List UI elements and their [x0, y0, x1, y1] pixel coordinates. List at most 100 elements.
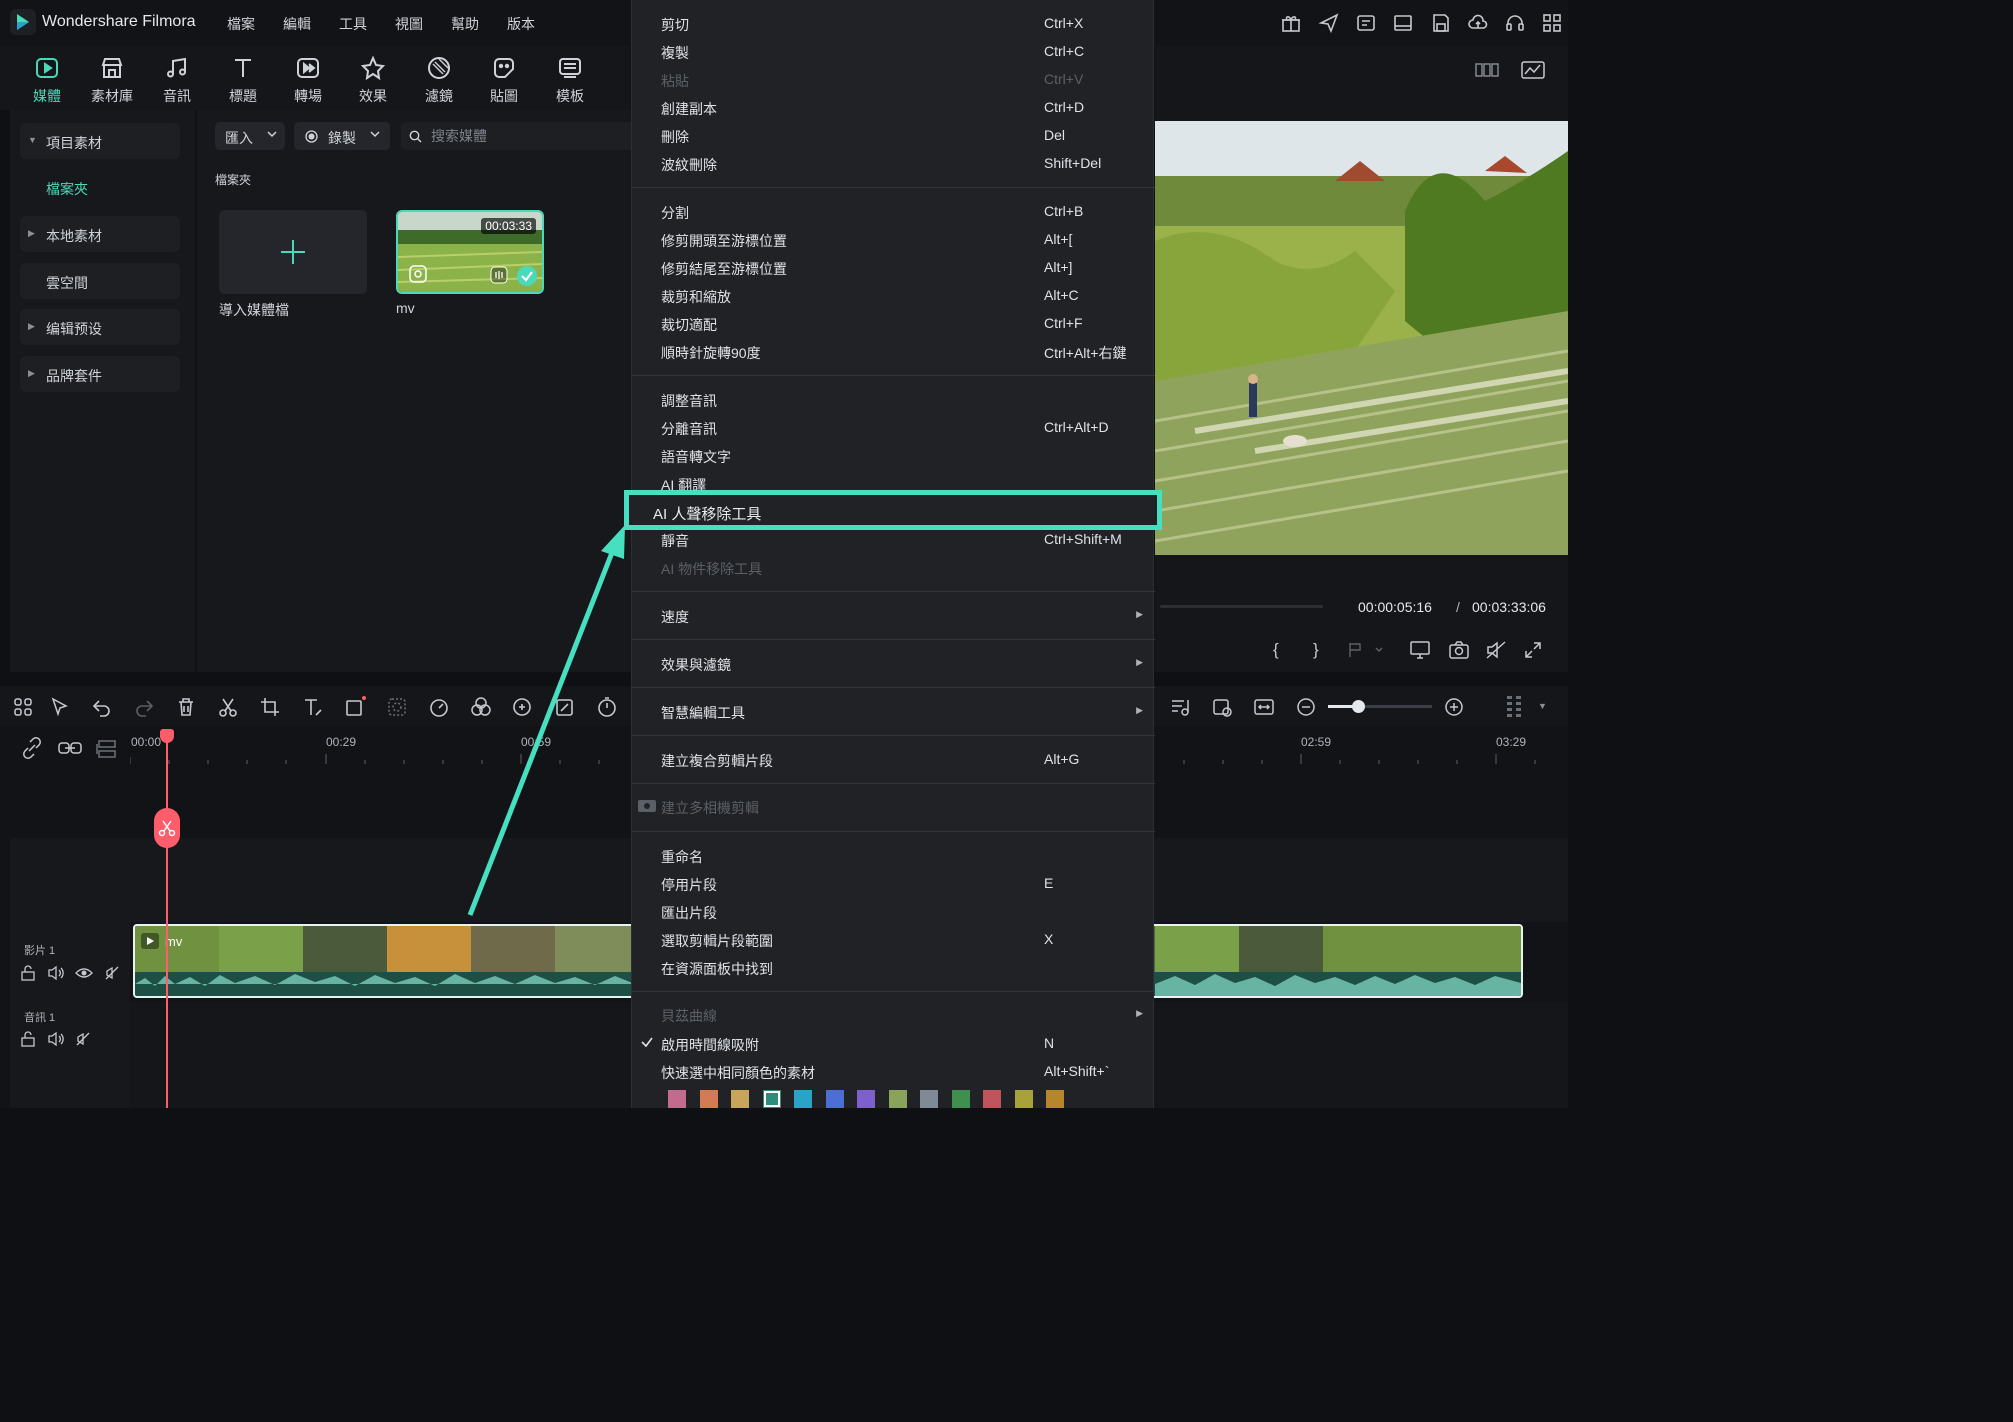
mark-out-icon[interactable]: } — [1313, 640, 1319, 660]
menu-item[interactable]: 匯出片段 — [632, 897, 1155, 925]
menu-item[interactable]: 效果與濾鏡 ▶ — [632, 649, 1155, 677]
fullscreen-icon[interactable] — [1523, 640, 1543, 660]
sidebar-item-project-media[interactable]: ▼ 項目素材 — [20, 123, 180, 159]
headset-icon[interactable] — [1504, 12, 1526, 34]
menu-view[interactable]: 視圖 — [395, 14, 423, 34]
menu-item[interactable]: 修剪開頭至游標位置 Alt+[ — [632, 225, 1155, 253]
sidebar-item-cloud[interactable]: 雲空間 — [20, 263, 180, 299]
menu-item[interactable]: 重命名 — [632, 841, 1155, 869]
menu-item[interactable]: 選取剪輯片段範圍 X — [632, 925, 1155, 953]
select-pointer-icon[interactable] — [49, 696, 71, 718]
menu-item[interactable]: 分割 Ctrl+B — [632, 197, 1155, 225]
text-tool-icon[interactable] — [302, 696, 324, 718]
scopes-icon[interactable] — [1521, 60, 1545, 80]
track-mute-link-icon[interactable] — [75, 1031, 91, 1047]
track-volume-icon[interactable] — [47, 1031, 65, 1047]
preview-progress-track[interactable] — [1160, 605, 1323, 608]
menu-item[interactable]: 刪除 Del — [632, 121, 1155, 149]
gift-icon[interactable] — [1280, 12, 1302, 34]
preview-video-frame[interactable] — [1155, 121, 1568, 555]
menu-file[interactable]: 檔案 — [227, 14, 255, 34]
track-mute-link-icon[interactable] — [104, 965, 120, 981]
track-visibility-eye-icon[interactable] — [75, 965, 93, 981]
playhead-handle[interactable] — [160, 729, 174, 743]
sidebar-item-presets[interactable]: ▶ 编辑预设 — [20, 309, 180, 345]
zoom-slider-track[interactable] — [1328, 705, 1432, 708]
menu-item[interactable]: 複製 Ctrl+C — [632, 37, 1155, 65]
menu-item[interactable]: 順時針旋轉90度 Ctrl+Alt+右鍵 — [632, 337, 1155, 365]
menu-item[interactable]: 調整音訊 — [632, 385, 1155, 413]
menu-item[interactable]: 波紋刪除 Shift+Del — [632, 149, 1155, 177]
audio-mixer-icon[interactable] — [1169, 696, 1191, 718]
color-swatch[interactable] — [951, 1090, 970, 1108]
color-swatch[interactable] — [699, 1090, 718, 1108]
split-marker[interactable] — [154, 808, 180, 848]
zoom-out-icon[interactable] — [1295, 696, 1317, 718]
tab-titles[interactable]: 標題 — [216, 54, 270, 106]
import-dropdown[interactable]: 匯入 — [215, 122, 285, 150]
tab-transitions[interactable]: 轉場 — [281, 54, 335, 106]
track-lock-icon[interactable] — [20, 1031, 36, 1047]
color-swatch[interactable] — [825, 1090, 844, 1108]
menu-item[interactable]: 速度 ▶ — [632, 601, 1155, 629]
undo-icon[interactable] — [91, 696, 113, 718]
send-icon[interactable] — [1318, 12, 1340, 34]
fit-timeline-icon[interactable] — [1253, 696, 1275, 718]
track-volume-icon[interactable] — [47, 965, 65, 981]
menu-item[interactable]: 智慧編輯工具 ▶ — [632, 697, 1155, 725]
menu-item[interactable]: 快速選中相同顏色的素材 Alt+Shift+` — [632, 1057, 1155, 1085]
shape-mask-icon[interactable] — [344, 696, 366, 718]
tab-stickers[interactable]: 貼圖 — [477, 54, 531, 106]
crop-icon[interactable] — [259, 696, 281, 718]
record-dropdown[interactable]: 錄製 — [294, 122, 390, 150]
tab-stock[interactable]: 素材庫 — [85, 54, 139, 106]
snapshot-camera-icon[interactable] — [1448, 640, 1470, 660]
color-swatch[interactable] — [794, 1090, 812, 1108]
menu-item[interactable]: 停用片段 E — [632, 869, 1155, 897]
marker-icon[interactable] — [1346, 641, 1384, 659]
color-swatch[interactable] — [857, 1090, 875, 1108]
project-icon[interactable] — [1355, 12, 1377, 34]
link-icon[interactable] — [57, 736, 83, 760]
menu-item[interactable]: 建立複合剪輯片段 Alt+G — [632, 745, 1155, 773]
tab-effects[interactable]: 效果 — [346, 54, 400, 106]
layout-icon[interactable] — [1392, 12, 1414, 34]
color-swatch[interactable] — [1046, 1090, 1064, 1108]
playhead-line[interactable] — [166, 730, 168, 1108]
color-swatch[interactable] — [668, 1090, 686, 1108]
menu-item[interactable]: 分離音訊 Ctrl+Alt+D — [632, 413, 1155, 441]
unlink-icon[interactable] — [20, 736, 44, 760]
cloud-upload-icon[interactable] — [1467, 12, 1489, 34]
media-clip-thumbnail[interactable]: 00:03:33 — [396, 210, 544, 294]
color-swatch[interactable] — [731, 1090, 749, 1108]
track-lock-icon[interactable] — [20, 965, 36, 981]
redo-icon[interactable] — [133, 696, 155, 718]
import-media-tile[interactable] — [219, 210, 367, 294]
color-swatch[interactable] — [983, 1090, 1001, 1108]
menu-item[interactable]: 修剪結尾至游標位置 Alt+] — [632, 253, 1155, 281]
ai-cutout-icon[interactable] — [386, 696, 408, 718]
search-input[interactable] — [431, 122, 631, 150]
tab-media[interactable]: 媒體 — [20, 54, 74, 106]
zoom-in-icon[interactable] — [1443, 696, 1465, 718]
display-icon[interactable] — [1409, 640, 1431, 660]
apps-grid-icon[interactable] — [1541, 12, 1563, 34]
view-mode-icon[interactable] — [1475, 60, 1499, 80]
color-swatch[interactable] — [920, 1090, 938, 1108]
track-manage-icon[interactable] — [95, 738, 119, 760]
delete-trash-icon[interactable] — [175, 696, 197, 718]
menu-item[interactable]: 裁切適配 Ctrl+F — [632, 309, 1155, 337]
tab-audio[interactable]: 音訊 — [150, 54, 204, 106]
speed-icon[interactable] — [428, 696, 450, 718]
menu-item[interactable]: 裁剪和縮放 Alt+C — [632, 281, 1155, 309]
sidebar-item-local-media[interactable]: ▶ 本地素材 — [20, 216, 180, 252]
menu-item[interactable]: 啟用時間線吸附 N — [632, 1029, 1155, 1057]
zoom-slider-thumb[interactable] — [1352, 700, 1365, 713]
highlight-box-ai-vocal-remover[interactable]: AI 人聲移除工具 — [624, 490, 1162, 530]
sidebar-item-folder[interactable]: 檔案夾 — [46, 179, 88, 199]
menu-version[interactable]: 版本 — [507, 14, 535, 34]
layout-grid-icon[interactable] — [12, 696, 34, 718]
menu-edit[interactable]: 編輯 — [283, 14, 311, 34]
render-preview-icon[interactable] — [1211, 696, 1233, 718]
color-swatch[interactable] — [762, 1090, 781, 1108]
